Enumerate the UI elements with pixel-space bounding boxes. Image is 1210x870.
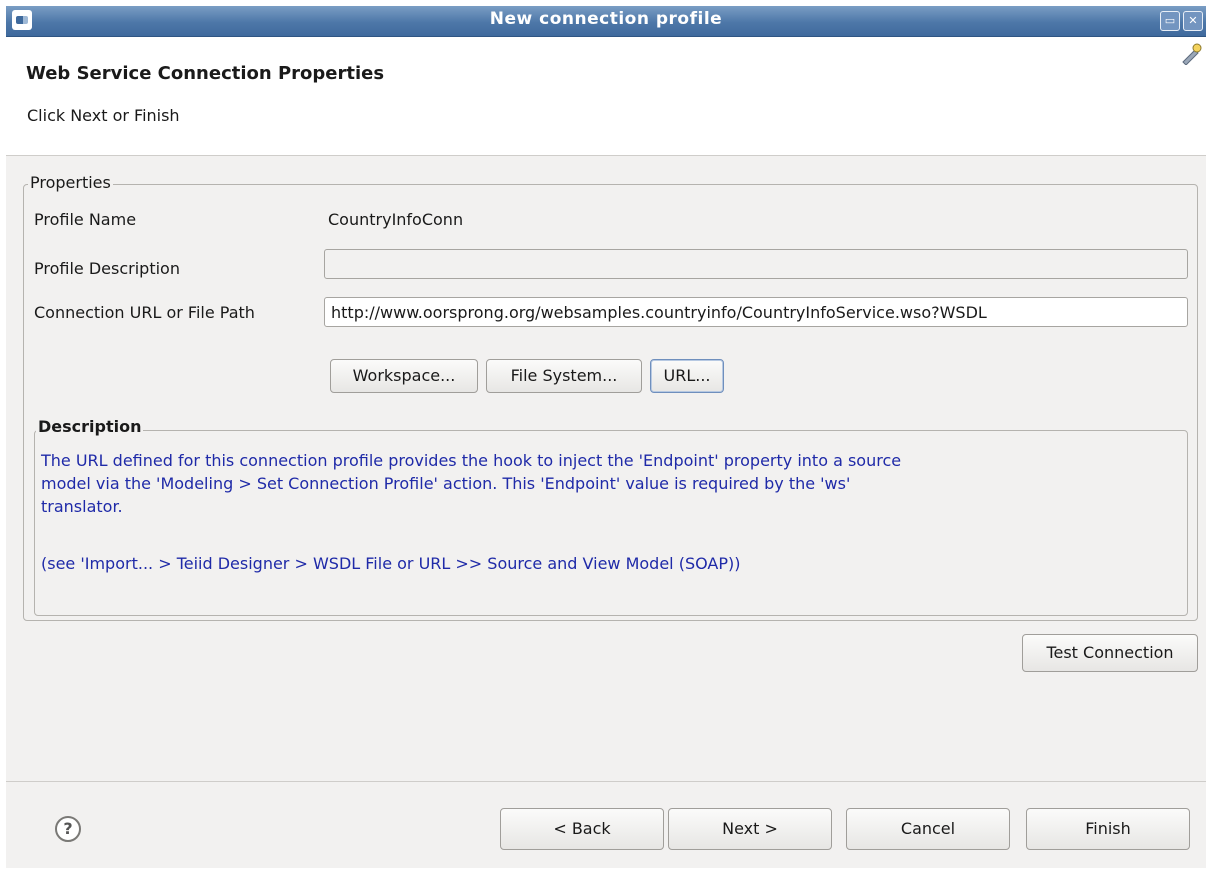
properties-legend: Properties — [28, 173, 113, 192]
description-line-1: The URL defined for this connection prof… — [41, 451, 902, 470]
help-icon[interactable]: ? — [55, 816, 81, 842]
back-button[interactable]: < Back — [500, 808, 664, 850]
finish-button[interactable]: Finish — [1026, 808, 1190, 850]
profile-name-value: CountryInfoConn — [328, 210, 464, 229]
workspace-button[interactable]: Workspace... — [330, 359, 478, 393]
footer-separator — [6, 781, 1206, 782]
close-button[interactable]: ✕ — [1183, 11, 1203, 31]
description-line-2: model via the 'Modeling > Set Connection… — [41, 474, 851, 493]
maximize-button[interactable]: ▭ — [1160, 11, 1180, 31]
page-subtitle: Click Next or Finish — [27, 106, 180, 125]
title-bar[interactable]: New connection profile ▭ ✕ — [6, 6, 1206, 37]
page-heading: Web Service Connection Properties — [26, 63, 385, 84]
file-system-button[interactable]: File System... — [486, 359, 642, 393]
dialog-window: New connection profile ▭ ✕ Web Service C… — [6, 6, 1206, 868]
profile-description-field[interactable] — [324, 249, 1188, 279]
connection-url-label: Connection URL or File Path — [34, 303, 255, 322]
description-line-4: (see 'Import... > Teiid Designer > WSDL … — [41, 554, 741, 573]
cancel-button[interactable]: Cancel — [846, 808, 1010, 850]
profile-name-label: Profile Name — [34, 210, 137, 229]
connection-wizard-icon — [1182, 43, 1202, 65]
window-title: New connection profile — [489, 9, 723, 29]
header-banner: Web Service Connection Properties Click … — [6, 37, 1206, 156]
test-connection-button[interactable]: Test Connection — [1022, 634, 1198, 672]
profile-description-label: Profile Description — [34, 259, 180, 278]
next-button[interactable]: Next > — [668, 808, 832, 850]
url-button[interactable]: URL... — [650, 359, 724, 393]
connection-url-field[interactable] — [324, 297, 1188, 327]
description-line-3: translator. — [41, 497, 123, 516]
description-legend: Description — [36, 417, 144, 436]
